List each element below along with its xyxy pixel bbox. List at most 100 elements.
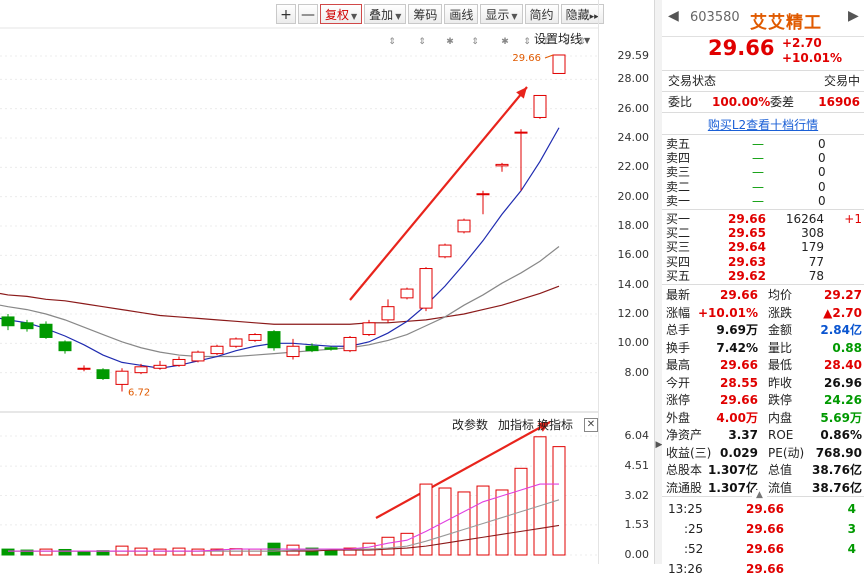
stat-row: 总手 9.69万 金额 2.84亿 xyxy=(666,322,862,339)
bid-row[interactable]: 买一 29.66 16264 +1 xyxy=(666,212,862,226)
volume-ma1-line xyxy=(8,483,559,552)
zoom-in-button[interactable]: + xyxy=(276,4,296,24)
display-label: 显示 xyxy=(485,8,510,22)
high-price-label: 29.66 xyxy=(512,53,541,64)
edit-params-button[interactable]: 改参数 xyxy=(452,416,488,433)
overlay-label: 叠加 xyxy=(369,8,394,22)
volume-bar xyxy=(533,436,547,556)
volume-bar xyxy=(153,548,167,556)
stat-label: 总手 xyxy=(666,323,691,337)
change-indicator-button[interactable]: 换指标 xyxy=(537,416,573,433)
chip-button[interactable]: 筹码 xyxy=(408,4,443,24)
stat-value: 0.88 xyxy=(832,340,862,355)
stock-header: ◀ 603580 艾艾精工 ▶ xyxy=(662,0,864,37)
stat-row: 总股本 1.307亿 总值 38.76亿 xyxy=(666,462,862,479)
next-stock-icon[interactable]: ▶ xyxy=(848,8,859,24)
price-tick-label: 10.00 xyxy=(617,336,650,350)
chevron-down-icon: ▼ xyxy=(351,12,358,21)
stat-value: 2.84亿 xyxy=(820,323,862,337)
fuquan-button[interactable]: 复权 ▼ xyxy=(320,4,363,24)
stat-value: 38.76亿 xyxy=(812,463,862,477)
ask-row[interactable]: 卖二 — 0 xyxy=(666,180,862,194)
ask-price: — xyxy=(752,137,764,151)
l2-link[interactable]: 购买L2查看十档行情 xyxy=(662,116,864,133)
stat-label: 收益(三) xyxy=(666,445,712,460)
ask-label: 卖四 xyxy=(666,151,691,166)
weicha-label: 委差 xyxy=(770,95,795,109)
ask-row[interactable]: 卖三 — 0 xyxy=(666,165,862,179)
bid-label: 买二 xyxy=(666,226,691,241)
price-row: 29.66 +2.70 +10.01% xyxy=(662,36,864,70)
close-icon[interactable]: ✕ xyxy=(584,418,598,432)
bid-label: 买四 xyxy=(666,254,691,269)
ask-row[interactable]: 卖一 — 0 xyxy=(666,194,862,208)
chevron-down-icon: ▼ xyxy=(584,36,591,45)
add-indicator-button[interactable]: 加指标 xyxy=(498,416,534,433)
candle-body xyxy=(457,219,471,233)
kline-chart-area[interactable]: ⇕ ⇕ ✱ ⇕ ✱ ⇕ ⇕ ⇕ ⇕ 29.66 6.72 + — 复权 ▼ 叠加 ▼ 筹码 画线 显示 ▼… xyxy=(0,0,604,564)
tick-time: 13:25 xyxy=(668,502,703,516)
bid-row[interactable]: 买四 29.63 77 xyxy=(666,255,862,269)
bid-row[interactable]: 买二 29.65 308 xyxy=(666,226,862,240)
tick-price: 29.66 xyxy=(746,522,784,536)
volume-bar xyxy=(58,548,72,556)
candle-body xyxy=(229,338,243,347)
stat-label: 涨幅 xyxy=(666,305,691,320)
prev-stock-icon[interactable]: ◀ xyxy=(668,8,679,24)
event-marker-icon: ⇕ xyxy=(418,37,426,47)
volume-bar xyxy=(400,532,414,556)
price-tick-label: 18.00 xyxy=(617,219,650,232)
bid-price: 29.65 xyxy=(728,226,766,241)
bid-row[interactable]: 买三 29.64 179 xyxy=(666,240,862,254)
volume-bar xyxy=(457,491,471,556)
ask-row[interactable]: 卖四 — 0 xyxy=(666,151,862,165)
stat-row: 最高 29.66 最低 28.40 xyxy=(666,357,862,374)
tick-volume: 4 xyxy=(847,502,856,516)
display-button[interactable]: 显示 ▼ xyxy=(480,4,523,24)
candle-body xyxy=(20,322,34,330)
candle-body xyxy=(286,345,300,358)
kline-svg[interactable]: ⇕ ⇕ ✱ ⇕ ✱ ⇕ ⇕ ⇕ ⇕29.666.72 xyxy=(0,0,598,564)
event-marker-icon: ⇕ xyxy=(388,37,396,47)
stat-row: 今开 28.55 昨收 26.96 xyxy=(666,375,862,392)
bid-row[interactable]: 买五 29.62 78 xyxy=(666,269,862,283)
overlay-button[interactable]: 叠加 ▼ xyxy=(364,4,407,24)
candle-body xyxy=(172,358,186,366)
price-tick-label: 14.00 xyxy=(617,277,650,291)
stat-row: 涨幅 +10.01% 涨跌 ▲2.70 xyxy=(666,305,862,322)
stat-row: 涨停 29.66 跌停 24.26 xyxy=(666,392,862,409)
chart-toolbar: + — 复权 ▼ 叠加 ▼ 筹码 画线 显示 ▼ 简约 隐藏▸▸ xyxy=(276,4,606,26)
stat-label: 外盘 xyxy=(666,410,691,425)
price-tick-label: 24.00 xyxy=(617,131,650,144)
low-price-label: 6.72 xyxy=(128,387,150,398)
tick-row: 13:25 29.66 4 xyxy=(666,501,862,518)
tick-volume: 3 xyxy=(847,522,856,536)
stat-value: 29.66 xyxy=(720,358,758,372)
simple-button[interactable]: 简约 xyxy=(524,4,559,24)
price-tick-label: 8.00 xyxy=(624,365,650,379)
tick-row: :52 29.66 4 xyxy=(666,541,862,558)
expand-icon[interactable]: ▲ xyxy=(752,490,767,500)
stat-row: 最新 29.66 均价 29.27 xyxy=(666,287,862,304)
bid-volume: 16264 xyxy=(785,212,824,226)
zoom-out-button[interactable]: — xyxy=(298,4,318,24)
stat-value: 29.27 xyxy=(824,288,862,302)
ma-settings-button[interactable]: 设置均线 ▼ xyxy=(534,30,590,47)
tick-price: 29.66 xyxy=(746,502,784,516)
ask-label: 卖三 xyxy=(666,165,691,180)
candle-body xyxy=(134,366,148,374)
candle-body xyxy=(514,131,528,134)
price-tick-label: 20.00 xyxy=(617,189,650,203)
draw-line-button[interactable]: 画线 xyxy=(444,4,479,24)
ask-volume: 0 xyxy=(818,179,826,194)
stat-row: 收益(三) 0.029 PE(动) 768.90 xyxy=(666,445,862,462)
weibi-label: 委比 xyxy=(668,95,693,109)
divider xyxy=(662,70,864,71)
change-value: +2.70 xyxy=(782,36,822,50)
stat-value: 1.307亿 xyxy=(708,463,758,477)
ask-row[interactable]: 卖五 — 0 xyxy=(666,137,862,151)
candle-body xyxy=(267,331,281,349)
stat-value: +10.01% xyxy=(697,305,758,320)
stat-label: 金额 xyxy=(768,323,793,337)
fuquan-label: 复权 xyxy=(325,8,350,22)
